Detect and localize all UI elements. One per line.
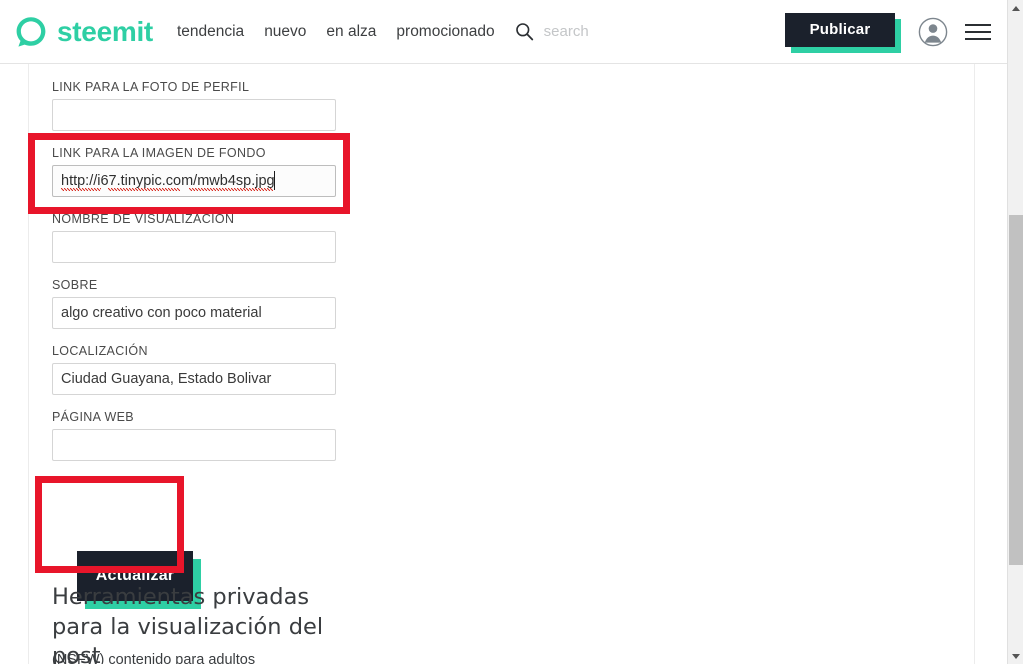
publish-button[interactable]: Publicar — [785, 12, 895, 47]
label-website: PÁGINA WEB — [52, 410, 134, 424]
input-website[interactable] — [52, 429, 336, 461]
nav-tendencia[interactable]: tendencia — [177, 23, 244, 41]
nav-en-alza[interactable]: en alza — [326, 23, 376, 41]
main-navigation: tendencia nuevo en alza promocionado — [177, 23, 495, 41]
field-profile-picture-url: LINK PARA LA FOTO DE PERFIL — [52, 80, 352, 131]
scroll-up-arrow-icon[interactable] — [1008, 0, 1023, 16]
hamburger-line — [965, 37, 991, 40]
field-website: PÁGINA WEB — [52, 410, 352, 461]
label-profile-picture-url: LINK PARA LA FOTO DE PERFIL — [52, 80, 250, 94]
input-location[interactable] — [52, 363, 336, 395]
hamburger-line — [965, 30, 991, 33]
nsfw-setting-label: (NSFW) contenido para adultos — [52, 652, 952, 664]
field-location: LOCALIZACIÓN — [52, 344, 352, 395]
input-about[interactable] — [52, 297, 336, 329]
cover-image-input-wrap — [52, 165, 336, 197]
scroll-down-triangle — [1012, 653, 1020, 659]
header-actions: Publicar — [785, 12, 1007, 53]
settings-content-column: . LINK PARA LA FOTO DE PERFIL LINK PARA … — [28, 64, 975, 664]
nav-nuevo[interactable]: nuevo — [264, 23, 306, 41]
scrollbar-thumb[interactable] — [1009, 215, 1023, 565]
hamburger-line — [965, 23, 991, 26]
search-area — [515, 22, 724, 41]
site-header: steemit tendencia nuevo en alza promocio… — [0, 0, 1007, 64]
field-display-name: NOMBRE DE VISUALIZACIÓN — [52, 212, 352, 263]
input-display-name[interactable] — [52, 231, 336, 263]
search-icon[interactable] — [515, 22, 534, 41]
field-cover-image-url: LINK PARA LA IMAGEN DE FONDO — [52, 146, 352, 197]
search-input[interactable] — [543, 23, 724, 40]
field-about: SOBRE — [52, 278, 352, 329]
vertical-scrollbar[interactable] — [1007, 0, 1023, 664]
clipped-field-fragment: . — [52, 64, 56, 68]
publish-button-wrap: Publicar — [785, 12, 901, 53]
input-profile-picture-url[interactable] — [52, 99, 336, 131]
label-cover-image-url: LINK PARA LA IMAGEN DE FONDO — [52, 146, 266, 160]
brand-name: steemit — [57, 15, 153, 47]
user-avatar-icon[interactable] — [918, 17, 948, 47]
steemit-logo-icon — [16, 16, 46, 47]
scroll-up-triangle — [1012, 5, 1020, 11]
page-viewport: . LINK PARA LA FOTO DE PERFIL LINK PARA … — [0, 64, 1007, 664]
label-display-name: NOMBRE DE VISUALIZACIÓN — [52, 212, 235, 226]
nav-promocionado[interactable]: promocionado — [396, 23, 494, 41]
brand-logo-link[interactable]: steemit — [14, 15, 153, 49]
scroll-down-arrow-icon[interactable] — [1008, 648, 1023, 664]
label-location: LOCALIZACIÓN — [52, 344, 148, 358]
input-cover-image-url[interactable] — [52, 165, 336, 197]
hamburger-menu-icon[interactable] — [965, 23, 991, 40]
label-about: SOBRE — [52, 278, 98, 292]
